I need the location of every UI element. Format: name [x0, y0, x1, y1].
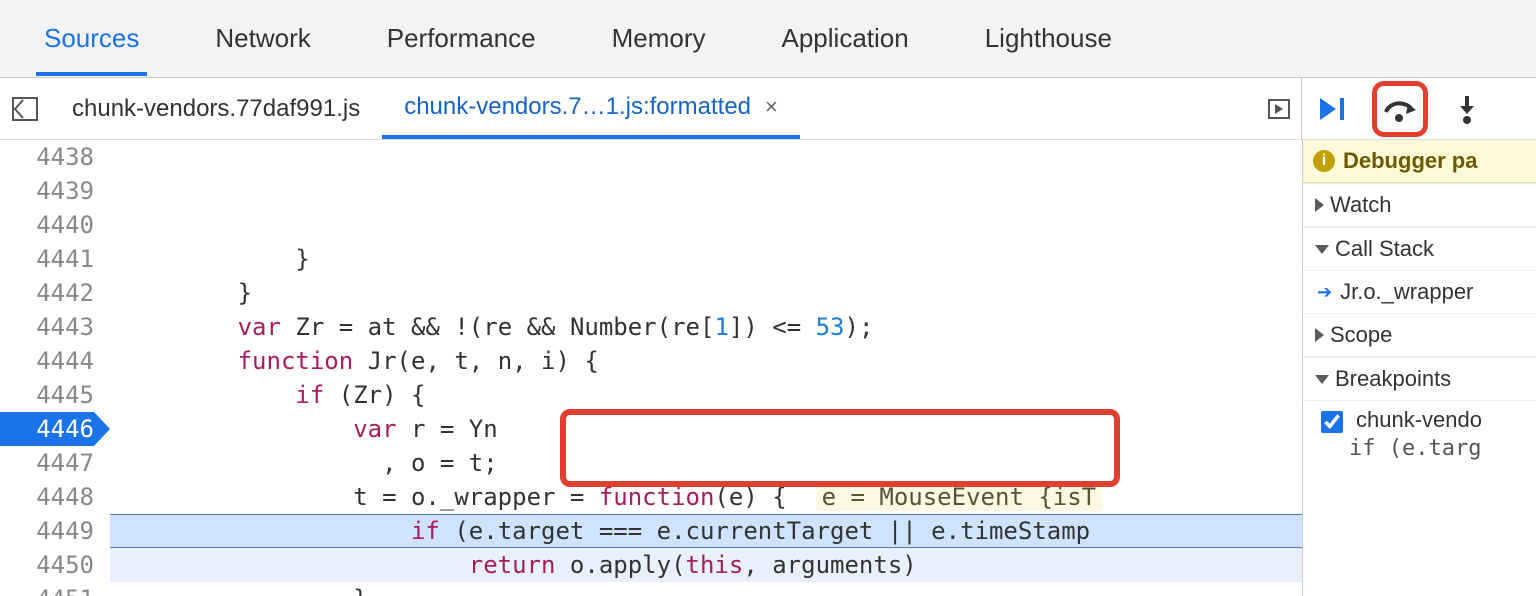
file-tab-2[interactable]: chunk-vendors.7…1.js:formatted × — [382, 78, 800, 139]
line-number[interactable]: 4449 — [0, 514, 94, 548]
scope-section-label: Scope — [1330, 322, 1392, 348]
info-icon: i — [1313, 150, 1335, 172]
main-split: 4438443944404441444244434444444544464447… — [0, 140, 1536, 596]
step-over-button[interactable] — [1372, 81, 1428, 137]
line-gutter: 4438443944404441444244434444444544464447… — [0, 140, 110, 596]
line-number[interactable]: 4441 — [0, 242, 94, 276]
navigator-toggle-icon[interactable] — [0, 95, 50, 123]
line-number[interactable]: 4442 — [0, 276, 94, 310]
line-number[interactable]: 4438 — [0, 140, 94, 174]
callstack-frame[interactable]: ➔ Jr.o._wrapper — [1303, 271, 1536, 313]
line-number[interactable]: 4445 — [0, 378, 94, 412]
tab-performance[interactable]: Performance — [379, 1, 544, 76]
code-line: return o.apply(this, arguments) — [110, 548, 1302, 582]
code-line: var Zr = at && !(re && Number(re[1]) <= … — [110, 310, 1302, 344]
current-frame-icon: ➔ — [1317, 282, 1332, 303]
code-line: if (Zr) { — [110, 378, 1302, 412]
line-number[interactable]: 4444 — [0, 344, 94, 378]
sources-subbar: chunk-vendors.77daf991.js chunk-vendors.… — [0, 78, 1536, 140]
line-number[interactable]: 4448 — [0, 480, 94, 514]
code-line: } — [110, 242, 1302, 276]
line-number[interactable]: 4447 — [0, 446, 94, 480]
scope-section-header[interactable]: Scope — [1303, 313, 1536, 357]
debugger-sidebar: i Debugger pa Watch Call Stack ➔ Jr.o._w… — [1302, 140, 1536, 596]
line-number[interactable]: 4450 — [0, 548, 94, 582]
inline-value-hint: e = MouseEvent {isT — [816, 483, 1103, 511]
line-number[interactable]: 4440 — [0, 208, 94, 242]
chevron-down-icon — [1315, 375, 1329, 384]
code-content: } } var Zr = at && !(re && Number(re[1])… — [110, 140, 1302, 596]
code-line: function Jr(e, t, n, i) { — [110, 344, 1302, 378]
tab-lighthouse[interactable]: Lighthouse — [977, 1, 1120, 76]
callstack-section-label: Call Stack — [1335, 236, 1434, 262]
chevron-right-icon — [1315, 198, 1324, 212]
file-tab-2-label: chunk-vendors.7…1.js:formatted — [404, 93, 751, 121]
breakpoint-checkbox[interactable] — [1321, 411, 1343, 433]
close-tab-icon[interactable]: × — [765, 94, 778, 120]
breakpoint-snippet: if (e.targ — [1303, 436, 1536, 461]
debugger-status-text: Debugger pa — [1343, 148, 1477, 174]
file-tab-1[interactable]: chunk-vendors.77daf991.js — [50, 78, 382, 139]
devtools-root: Sources Network Performance Memory Appli… — [0, 0, 1536, 596]
code-line: if (e.target === e.currentTarget || e.ti… — [110, 514, 1302, 548]
tab-application[interactable]: Application — [774, 1, 917, 76]
file-tab-strip: chunk-vendors.77daf991.js chunk-vendors.… — [0, 78, 1302, 139]
code-line: , o = t; — [110, 446, 1302, 480]
line-number[interactable]: 4443 — [0, 310, 94, 344]
tab-memory[interactable]: Memory — [604, 1, 714, 76]
resume-button[interactable] — [1316, 92, 1350, 126]
line-number[interactable]: 4439 — [0, 174, 94, 208]
main-tab-strip: Sources Network Performance Memory Appli… — [0, 0, 1536, 78]
line-number[interactable]: 4451 — [0, 582, 94, 596]
code-line: var r = Yn — [110, 412, 1302, 446]
step-into-button[interactable] — [1450, 92, 1484, 126]
breakpoints-section-header[interactable]: Breakpoints — [1303, 357, 1536, 401]
code-editor[interactable]: 4438443944404441444244434444444544464447… — [0, 140, 1302, 596]
chevron-down-icon — [1315, 245, 1329, 254]
more-tabs-button[interactable] — [1257, 96, 1301, 122]
line-number[interactable]: 4446 — [0, 412, 94, 446]
watch-section-header[interactable]: Watch — [1303, 183, 1536, 227]
chevron-right-icon — [1315, 328, 1324, 342]
debugger-controls — [1302, 78, 1536, 139]
code-line: t = o._wrapper = function(e) { e = Mouse… — [110, 480, 1302, 514]
breakpoint-item[interactable]: chunk-vendo — [1303, 401, 1536, 436]
tab-sources[interactable]: Sources — [36, 1, 147, 76]
tab-network[interactable]: Network — [207, 1, 318, 76]
code-line: } — [110, 582, 1302, 596]
debugger-status-banner: i Debugger pa — [1303, 140, 1536, 183]
breakpoint-file-label: chunk-vendo — [1356, 407, 1482, 433]
watch-section-label: Watch — [1330, 192, 1392, 218]
code-line: } — [110, 276, 1302, 310]
breakpoints-section-label: Breakpoints — [1335, 366, 1451, 392]
callstack-frame-label: Jr.o._wrapper — [1340, 279, 1473, 305]
callstack-section-header[interactable]: Call Stack — [1303, 227, 1536, 271]
